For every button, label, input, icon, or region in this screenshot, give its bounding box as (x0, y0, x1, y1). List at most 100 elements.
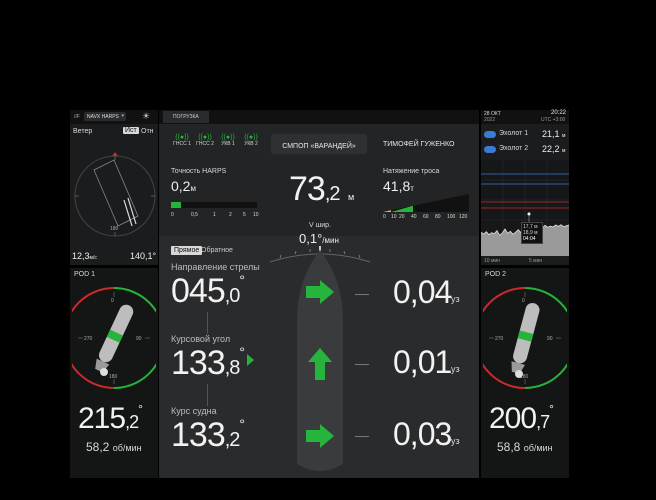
brightness-icon[interactable]: ☀ (142, 111, 150, 122)
distance-unit: м (347, 192, 355, 202)
wind-true-toggle[interactable]: Ист (123, 127, 139, 134)
speed-value: 0,03 (393, 416, 452, 452)
tension-value-unit: т (410, 184, 414, 193)
depth-tooltip: 17,7 м 18,9 м 04:04 (521, 222, 543, 244)
sounder2-label: Эхолот 2 (499, 145, 529, 152)
signal-vhf2-label: УКВ 2 (244, 141, 258, 147)
device-dropdown[interactable]: NAVX HARPS ▾ (84, 112, 126, 121)
device-dropdown-label: NAVX HARPS (87, 114, 119, 120)
sounder2-value: 22,2 м (542, 144, 565, 154)
course-deg: ° (239, 416, 245, 432)
sounder2-toggle[interactable] (484, 146, 496, 153)
sounder2-unit: м (562, 148, 566, 154)
person-name: ТИМОФЕЙ ГУЖЕНКО (383, 141, 455, 148)
wind-speed-value: 12,3 (72, 251, 90, 261)
tension-gauge-track (383, 194, 469, 212)
vessel-outline (93, 159, 139, 227)
pod2-panel: POD 2 0 270 90 180 200,7° 58,8 об/мин (481, 268, 569, 478)
signal-gnss2-label: ГНСС 2 (196, 141, 214, 147)
pod2-rpm-unit: об/мин (523, 443, 553, 453)
heading-pointer-icon (247, 354, 254, 366)
sounder1-number: 21,1 (542, 129, 560, 139)
pod1-panel: POD 1 0 270 90 180 215,2° 58,2 об/мин (70, 268, 158, 478)
sounder2-row: Эхолот 2 22,2 м (484, 144, 568, 155)
time: 20:22 (551, 110, 567, 116)
boom-direction-value: 045,0° (171, 272, 245, 311)
compass-label-180: 180 (110, 226, 119, 232)
right-toolbar: 28 ОКТ 2022 20:22 UTC +3:00 (481, 110, 569, 124)
tension-scale-tick: 100 (447, 214, 456, 220)
speed-value: 0,01 (393, 344, 452, 380)
speed-unit: уз (451, 436, 460, 446)
tension-scale-tick: 60 (423, 214, 429, 220)
tab-bar: ПОГРУЗКА (159, 110, 479, 124)
arrow-right-icon (306, 424, 334, 448)
harps-value-number: 0,2 (171, 178, 191, 194)
heading-angle-value: 133,8° (171, 344, 245, 383)
signal-icon: ((●)) (221, 134, 235, 141)
pod1-angle: 215,2° (78, 402, 143, 436)
speed-unit: уз (451, 294, 460, 304)
sounder1-unit: м (562, 133, 566, 139)
heading-angle-int: 133 (171, 344, 226, 382)
pod2-angle-deg: ° (549, 402, 554, 416)
pod1-label: POD 1 (74, 271, 96, 278)
heading-angle-label: Курсовой угол (171, 334, 231, 344)
vessel-name-button[interactable]: СМПОП «ВАРАНДЕЙ» (271, 134, 367, 154)
distance-decimal: ,2 (324, 183, 341, 205)
right-top-panel: 28 ОКТ 2022 20:22 UTC +3:00 Эхолот 1 21,… (481, 110, 569, 265)
signal-vhf1-label: УКВ 1 (221, 141, 235, 147)
pod2-angle-int: 200 (489, 402, 537, 435)
distance-readout: 73,2 м (289, 170, 354, 209)
svg-text:0: 0 (111, 298, 114, 304)
wind-speed: 12,3м/с (72, 251, 97, 261)
speed-dash (355, 294, 369, 295)
harps-scale-tick: 0,5 (191, 212, 198, 218)
tension-scale-tick: 10 (391, 214, 397, 220)
chart-xlabel-left: 10 мин (484, 258, 500, 264)
chevron-down-icon: ▾ (121, 113, 124, 119)
mode-reverse-toggle[interactable]: Обратное (201, 247, 233, 254)
wind-direction: 140,1° (130, 251, 157, 261)
tension-gauge-warn (383, 210, 391, 212)
pod1-angle-dec: ,2 (125, 412, 139, 432)
tab-loading[interactable]: ПОГРУЗКА (163, 111, 209, 123)
harps-scale-tick: 1 (213, 212, 216, 218)
speed-dash (355, 436, 369, 437)
year: 2022 (484, 117, 496, 123)
vessel-name: СМПОП «ВАРАНДЕЙ» (282, 143, 356, 150)
boom-direction-label: Направление стрелы (171, 262, 260, 272)
divider (207, 384, 208, 406)
signal-icon: ((●)) (175, 134, 189, 141)
wind-relative-toggle[interactable]: Отн (141, 128, 154, 135)
boom-direction-int: 045 (171, 272, 226, 310)
signal-vhf2: ((●)) УКВ 2 (240, 134, 262, 147)
north-marker (112, 152, 118, 156)
pod1-angle-int: 215 (78, 402, 126, 435)
course-dec: ,2 (224, 429, 241, 451)
svg-text:270: 270 (84, 336, 93, 342)
tension-scale-tick: 80 (435, 214, 441, 220)
svg-text:90: 90 (547, 336, 553, 342)
left-top-panel: //F NAVX HARPS ▾ ☀ Ветер Ист Отн 180 12,… (70, 110, 158, 265)
left-toolbar: //F NAVX HARPS ▾ ☀ (70, 110, 158, 124)
harps-value: 0,2м (171, 178, 196, 194)
signal-indicators: ((●)) ГНСС 1 ((●)) ГНСС 2 ((●)) УКВ 1 ((… (171, 134, 261, 156)
signal-gnss1-label: ГНСС 1 (173, 141, 191, 147)
harps-gauge (171, 200, 257, 210)
tension-scale-tick: 120 (459, 214, 468, 220)
sounder2-number: 22,2 (542, 144, 560, 154)
tension-scale-tick: 40 (411, 214, 417, 220)
mode-direct-toggle[interactable]: Прямое (171, 246, 203, 255)
app-logo: //F (74, 114, 80, 120)
v-rate-label: V шир. (309, 222, 331, 229)
pod1-dial: 0 270 90 180 (72, 287, 156, 389)
sounder1-toggle[interactable] (484, 131, 496, 138)
pod1-thruster (95, 304, 134, 373)
arrow-up-icon (308, 348, 332, 380)
wind-label: Ветер (73, 128, 93, 135)
tooltip-time: 04:04 (523, 236, 536, 242)
pod2-dial: 0 270 90 180 (483, 287, 567, 389)
arrow-right-icon (306, 280, 334, 304)
pod2-rpm-value: 58,8 (497, 440, 521, 454)
